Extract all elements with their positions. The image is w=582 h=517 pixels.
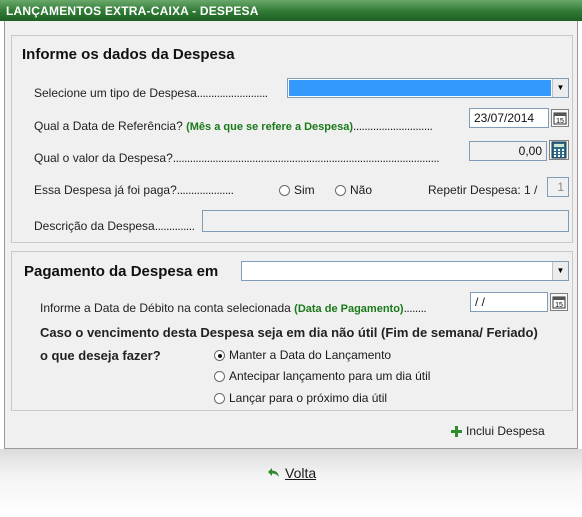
leader-dots: ........ (403, 301, 427, 315)
debito-label: Informe a Data de Débito na conta seleci… (40, 301, 427, 315)
valor-field[interactable]: 0,00 (469, 141, 547, 161)
paga-sim-radio[interactable]: Sim (279, 183, 315, 197)
option-manter-label: Manter a Data do Lançamento (229, 348, 392, 362)
footer-area (0, 449, 582, 517)
calendar-icon[interactable]: 15 (550, 293, 568, 311)
leader-dots: .................... (176, 183, 234, 197)
voltar-button[interactable]: Volta (267, 465, 316, 481)
window-title: LANÇAMENTOS EXTRA-CAIXA - DESPESA (0, 0, 582, 21)
radio-circle[interactable] (279, 184, 290, 196)
paga-label-text: Essa Despesa já foi paga? (34, 183, 177, 197)
svg-text:15: 15 (556, 118, 564, 125)
dia-util-question-1: Caso o vencimento desta Despesa seja em … (40, 325, 538, 340)
plus-icon (451, 425, 462, 437)
leader-dots: ............................ (353, 119, 433, 133)
descricao-label: Descrição da Despesa.............. (34, 219, 195, 233)
data-referencia-label-text: Qual a Data de Referência? (34, 119, 183, 133)
option-proximo-radio[interactable]: Lançar para o próximo dia útil (214, 391, 387, 405)
paga-nao-label: Não (350, 183, 373, 197)
calendar-icon-glyph: 15 (553, 112, 567, 125)
chevron-down-icon[interactable]: ▼ (552, 79, 568, 97)
option-antecipar-label: Antecipar lançamento para um dia útil (229, 369, 431, 383)
chevron-down-icon[interactable]: ▼ (552, 262, 568, 280)
calendar-icon-glyph: 15 (552, 296, 566, 309)
valor-label: Qual o valor da Despesa?................… (34, 151, 440, 165)
radio-circle[interactable] (214, 392, 225, 404)
tipo-despesa-label-text: Selecione um tipo de Despesa (34, 86, 197, 100)
leader-dots: ......................... (196, 86, 268, 100)
voltar-label: Volta (285, 465, 317, 481)
tipo-despesa-select[interactable]: ▼ (287, 78, 569, 98)
pagamento-section-title: Pagamento da Despesa em (24, 263, 219, 280)
repetir-label: Repetir Despesa: 1 / (428, 183, 538, 197)
main-panel: Informe os dados da Despesa Selecione um… (4, 21, 578, 449)
dia-util-question-2: o que deseja fazer? (40, 348, 161, 363)
debito-hint: (Data de Pagamento) (294, 303, 404, 315)
conta-value (243, 263, 551, 279)
option-proximo-label: Lançar para o próximo dia útil (229, 391, 388, 405)
radio-circle[interactable] (214, 370, 225, 382)
svg-text:15: 15 (555, 302, 563, 309)
paga-nao-radio[interactable]: Não (335, 183, 372, 197)
back-arrow-icon (268, 468, 279, 477)
pagamento-section: Pagamento da Despesa em ▼ Informe a Data… (11, 251, 573, 411)
data-referencia-hint: (Mês a que se refere a Despesa) (186, 121, 354, 133)
debito-field[interactable]: / / (470, 292, 548, 312)
descricao-field[interactable] (202, 210, 569, 232)
incluir-despesa-label: Inclui Despesa (466, 424, 545, 438)
calculator-icon[interactable] (549, 140, 569, 160)
debito-label-text: Informe a Data de Débito na conta seleci… (40, 301, 291, 315)
conta-select[interactable]: ▼ (241, 261, 569, 281)
calendar-icon[interactable]: 15 (551, 109, 569, 127)
radio-circle-selected[interactable] (214, 349, 225, 361)
leader-dots: ........................................… (172, 151, 440, 165)
valor-label-text: Qual o valor da Despesa? (34, 151, 173, 165)
data-referencia-label: Qual a Data de Referência? (Mês a que se… (34, 119, 433, 133)
despesa-section: Informe os dados da Despesa Selecione um… (11, 35, 573, 243)
leader-dots: .............. (154, 219, 195, 233)
data-referencia-field[interactable]: 23/07/2014 (469, 108, 549, 128)
paga-sim-label: Sim (294, 183, 315, 197)
paga-label: Essa Despesa já foi paga?...............… (34, 183, 234, 197)
tipo-despesa-value (289, 80, 551, 96)
option-antecipar-radio[interactable]: Antecipar lançamento para um dia útil (214, 369, 430, 383)
descricao-label-text: Descrição da Despesa (34, 219, 155, 233)
incluir-despesa-button[interactable]: Inclui Despesa (451, 424, 545, 438)
tipo-despesa-label: Selecione um tipo de Despesa............… (34, 86, 268, 100)
calculator-icon-glyph (551, 141, 567, 159)
despesa-section-title: Informe os dados da Despesa (22, 46, 235, 63)
option-manter-radio[interactable]: Manter a Data do Lançamento (214, 348, 391, 362)
repetir-field[interactable]: 1 (547, 177, 569, 197)
radio-circle[interactable] (335, 184, 346, 196)
